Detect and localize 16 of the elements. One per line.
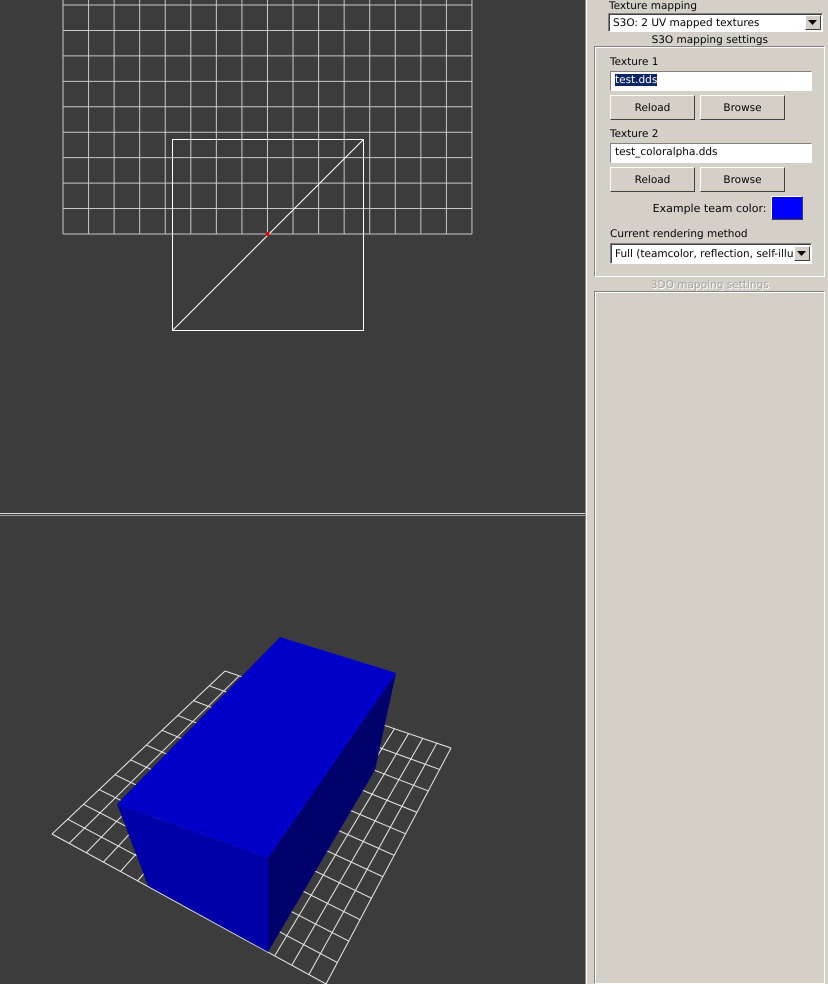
texture-mapping-dropdown[interactable]: S3O: 2 UV mapped textures — [608, 13, 823, 32]
texture-mapping-label: Texture mapping — [609, 0, 698, 13]
team-color-label: Example team color: — [652, 202, 767, 214]
texture-button[interactable]: Browse — [700, 167, 785, 192]
texture-button[interactable]: Reload — [610, 95, 695, 120]
texture-input-field[interactable]: test_coloralpha.dds — [610, 143, 812, 163]
rendering-method-label: Current rendering method — [610, 228, 749, 241]
team-color-swatch[interactable] — [770, 196, 803, 220]
center-point — [266, 232, 270, 236]
group-title: S3O mapping settings — [650, 34, 769, 46]
texture-button[interactable]: Reload — [610, 167, 695, 192]
texture-label: Texture 1 — [610, 56, 660, 69]
texture-input-field[interactable]: test.dds — [610, 71, 812, 91]
rendering-method-dropdown[interactable]: Full (teamcolor, reflection, self-illu — [610, 243, 812, 264]
texture-button[interactable]: Browse — [700, 95, 785, 120]
texture-label: Texture 2 — [610, 128, 660, 141]
